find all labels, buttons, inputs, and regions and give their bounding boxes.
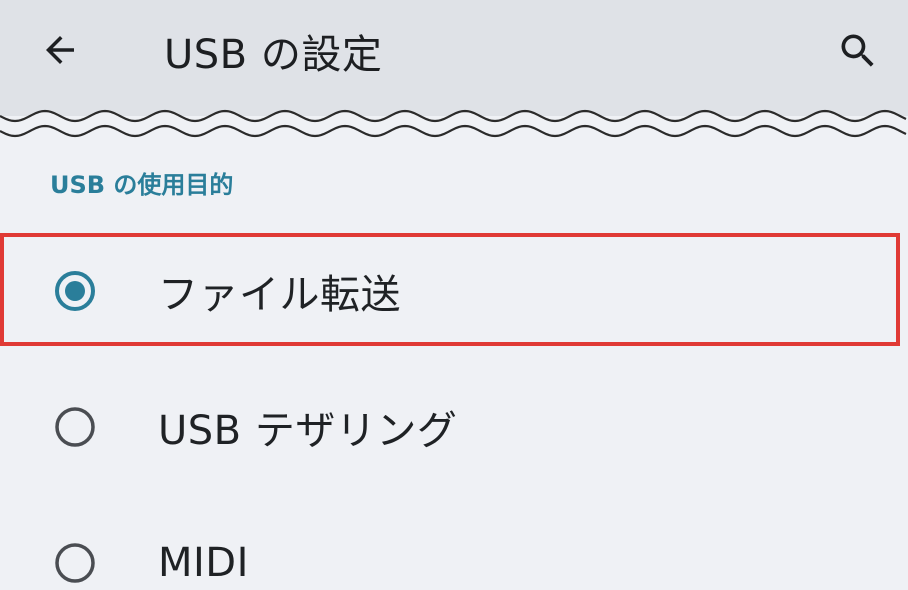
option-usb-tethering[interactable]: USB テザリング xyxy=(0,372,908,482)
wavy-divider xyxy=(0,109,908,150)
arrow-back-icon xyxy=(46,36,74,64)
usb-settings-screen: USB の設定 USB の使用目的 ファイル転送 USB テザリング MIDI xyxy=(0,0,908,590)
app-bar: USB の設定 xyxy=(0,0,908,116)
radio-checked-icon xyxy=(55,271,95,311)
search-icon xyxy=(841,34,874,67)
option-label: ファイル転送 xyxy=(158,272,401,318)
option-file-transfer[interactable]: ファイル転送 xyxy=(0,236,908,346)
search-button[interactable] xyxy=(828,22,888,80)
radio-button-selected[interactable] xyxy=(52,268,98,314)
radio-unchecked-icon xyxy=(55,543,95,583)
back-button[interactable] xyxy=(28,22,92,78)
option-midi[interactable]: MIDI xyxy=(0,508,908,590)
page-title: USB の設定 xyxy=(164,32,383,78)
option-label: MIDI xyxy=(158,540,249,586)
option-label: USB テザリング xyxy=(158,408,458,454)
section-header: USB の使用目的 xyxy=(50,170,234,199)
radio-button[interactable] xyxy=(52,540,98,586)
radio-button[interactable] xyxy=(52,404,98,450)
radio-unchecked-icon xyxy=(55,407,95,447)
